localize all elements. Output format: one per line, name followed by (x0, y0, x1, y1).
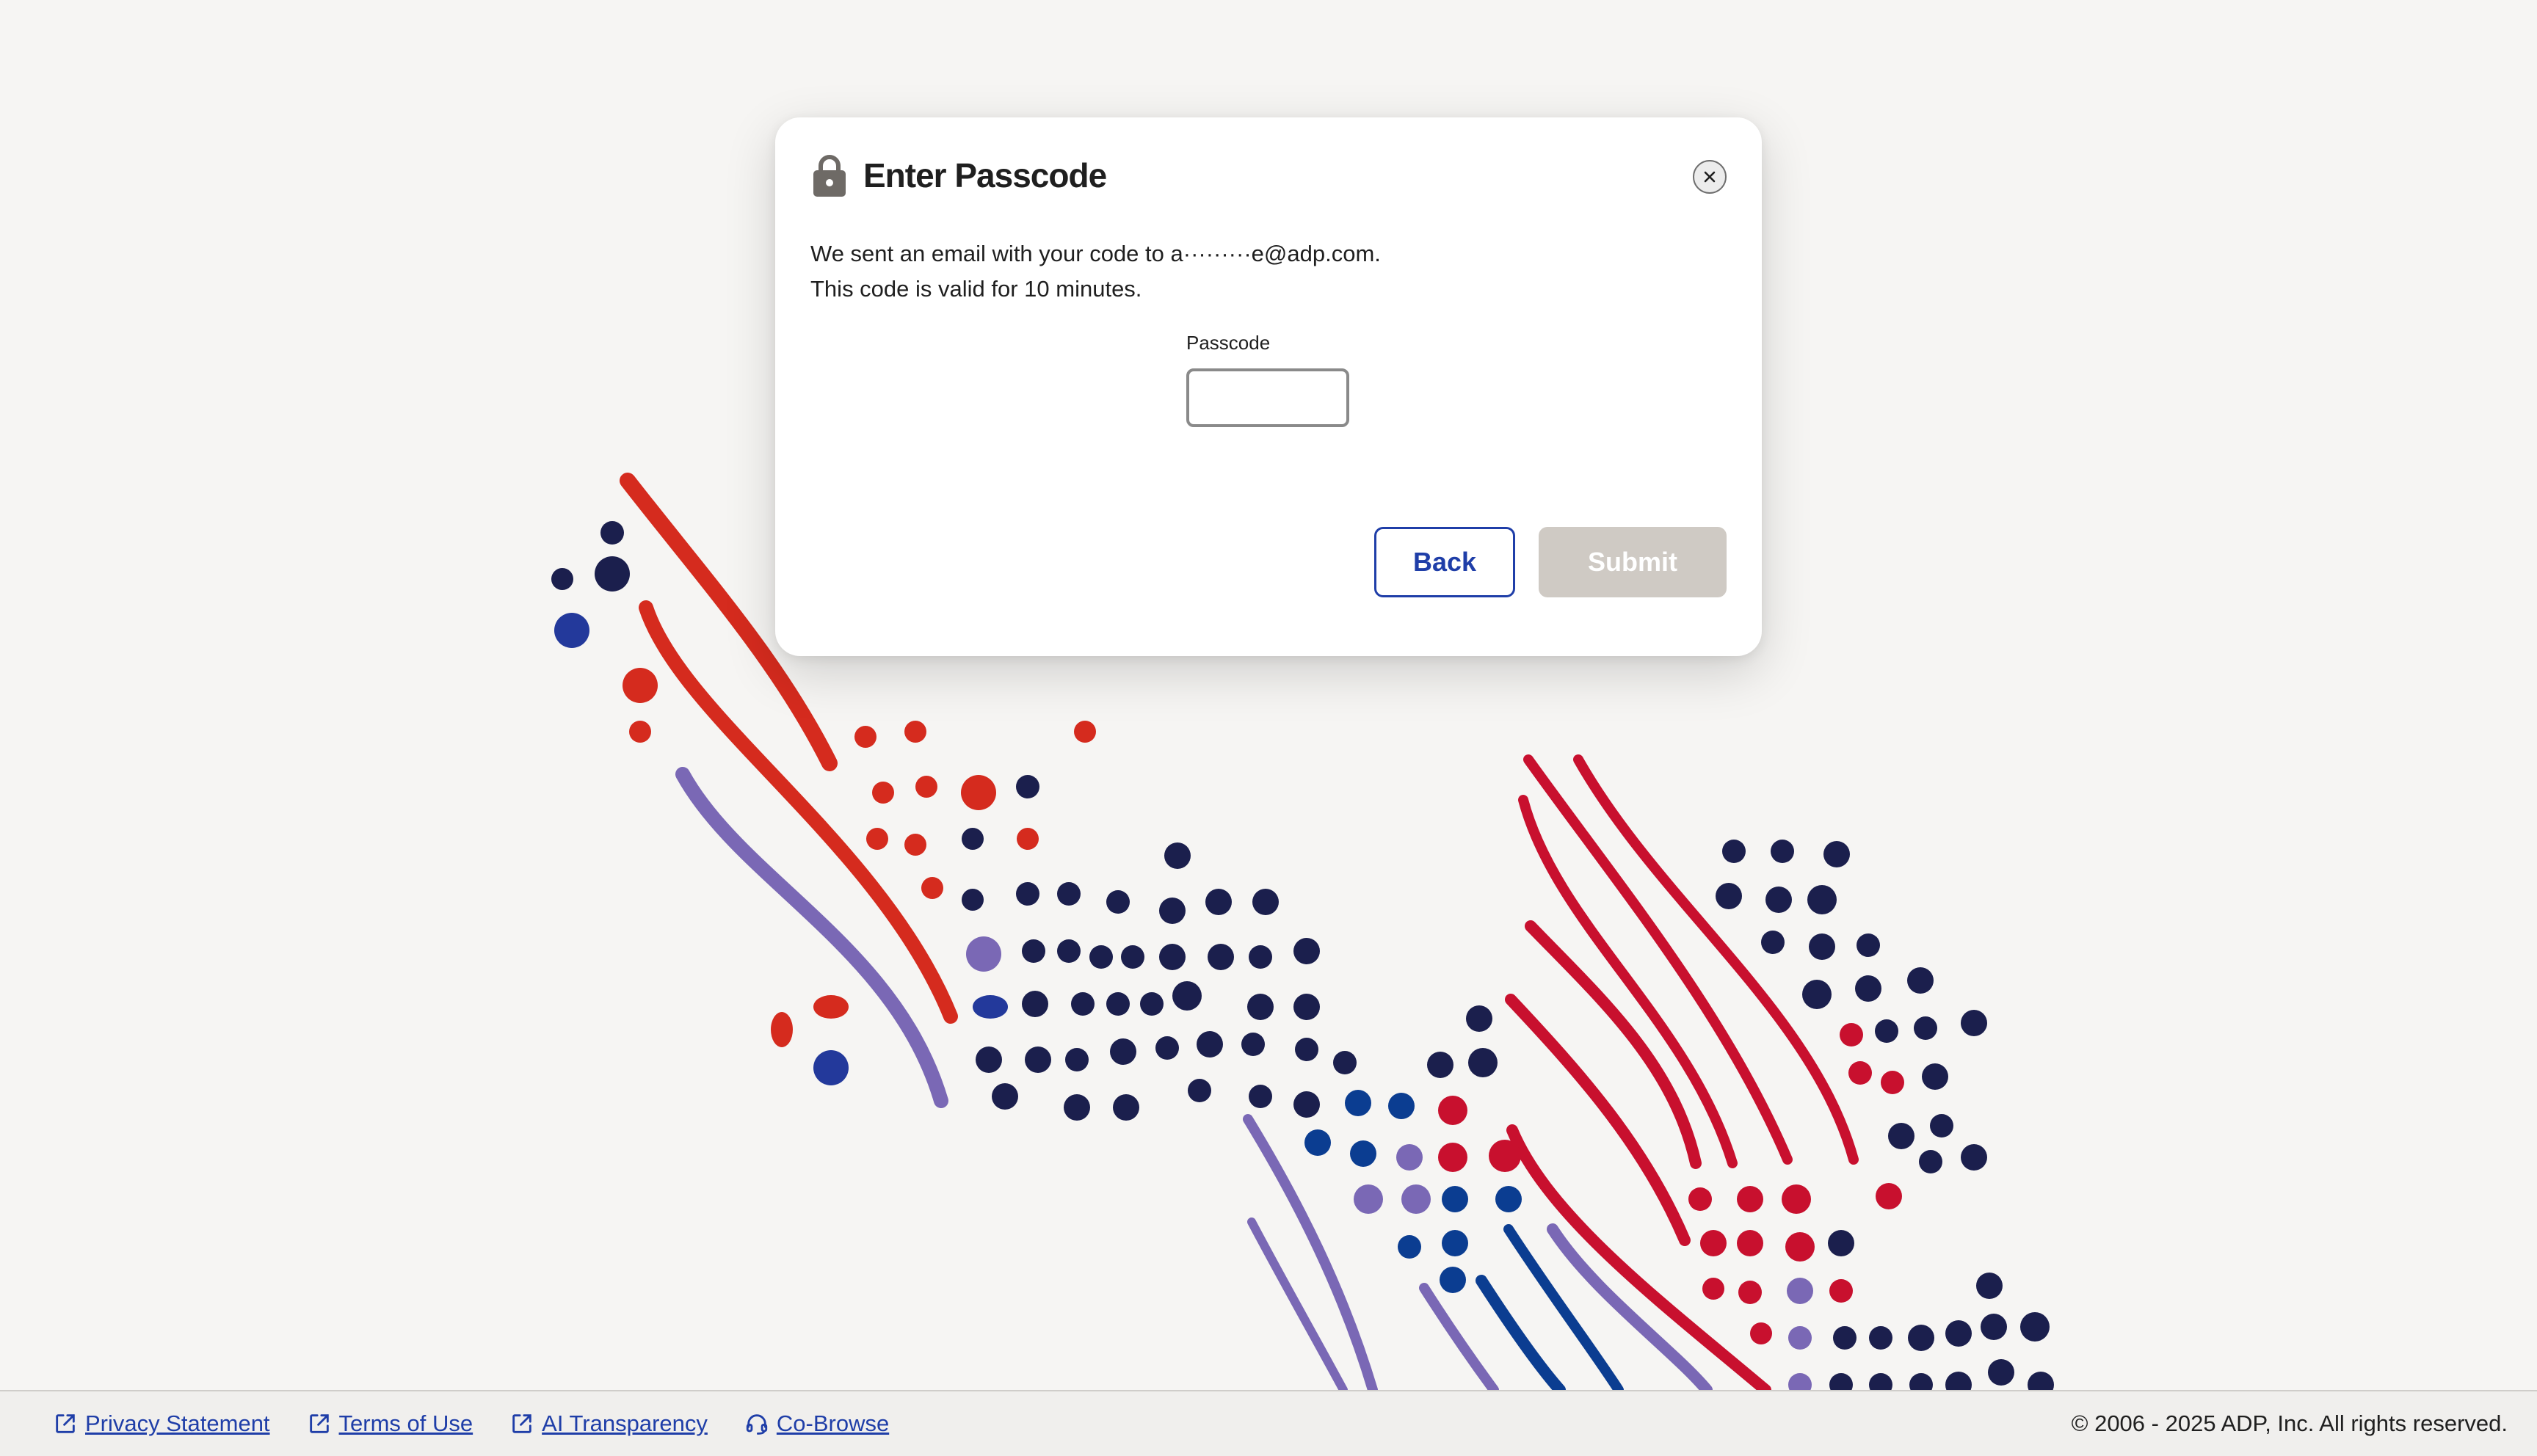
submit-button[interactable]: Submit (1539, 527, 1727, 597)
footer-link-label: Privacy Statement (85, 1410, 270, 1436)
crimson-stroke (1506, 1124, 1771, 1396)
external-link-icon (309, 1414, 329, 1433)
footer-link-label: Terms of Use (338, 1410, 473, 1436)
back-button[interactable]: Back (1374, 527, 1515, 597)
purple-stroke (1419, 1283, 1499, 1395)
dialog-title: Enter Passcode (863, 156, 1107, 194)
passcode-input[interactable] (1186, 368, 1349, 427)
passcode-dialog: Enter Passcode We sent an email with you… (775, 117, 1762, 656)
page-footer: Privacy Statement Terms of Use AI Transp… (0, 1390, 2537, 1456)
crimson-stroke (1573, 754, 1859, 1165)
crimson-stroke (1518, 795, 1738, 1168)
purple-stroke (1247, 1217, 1348, 1394)
purple-stroke (1547, 1223, 1713, 1396)
ai-transparency-link[interactable]: AI Transparency (509, 1410, 708, 1437)
lock-icon (813, 154, 846, 197)
message-line-email: We sent an email with your code to a····… (810, 241, 1381, 266)
red-stroke (639, 600, 958, 1024)
external-link-icon (512, 1414, 531, 1433)
dialog-header: Enter Passcode (813, 154, 1107, 197)
dialog-message: We sent an email with your code to a····… (810, 236, 1381, 307)
crimson-stroke (1505, 994, 1691, 1246)
privacy-statement-link[interactable]: Privacy Statement (53, 1410, 270, 1437)
close-button[interactable] (1693, 160, 1727, 194)
message-line-validity: This code is valid for 10 minutes. (810, 276, 1142, 302)
close-icon (1702, 170, 1717, 184)
external-link-icon (56, 1414, 75, 1433)
footer-link-label: AI Transparency (542, 1410, 708, 1436)
passcode-label: Passcode (1186, 332, 1271, 354)
terms-of-use-link[interactable]: Terms of Use (307, 1410, 473, 1437)
headset-icon (746, 1414, 768, 1435)
copyright-text: © 2006 - 2025 ADP, Inc. All rights reser… (2071, 1410, 2508, 1436)
footer-links: Privacy Statement Terms of Use AI Transp… (53, 1391, 926, 1456)
footer-link-label: Co-Browse (776, 1410, 890, 1436)
co-browse-link[interactable]: Co-Browse (744, 1410, 889, 1437)
